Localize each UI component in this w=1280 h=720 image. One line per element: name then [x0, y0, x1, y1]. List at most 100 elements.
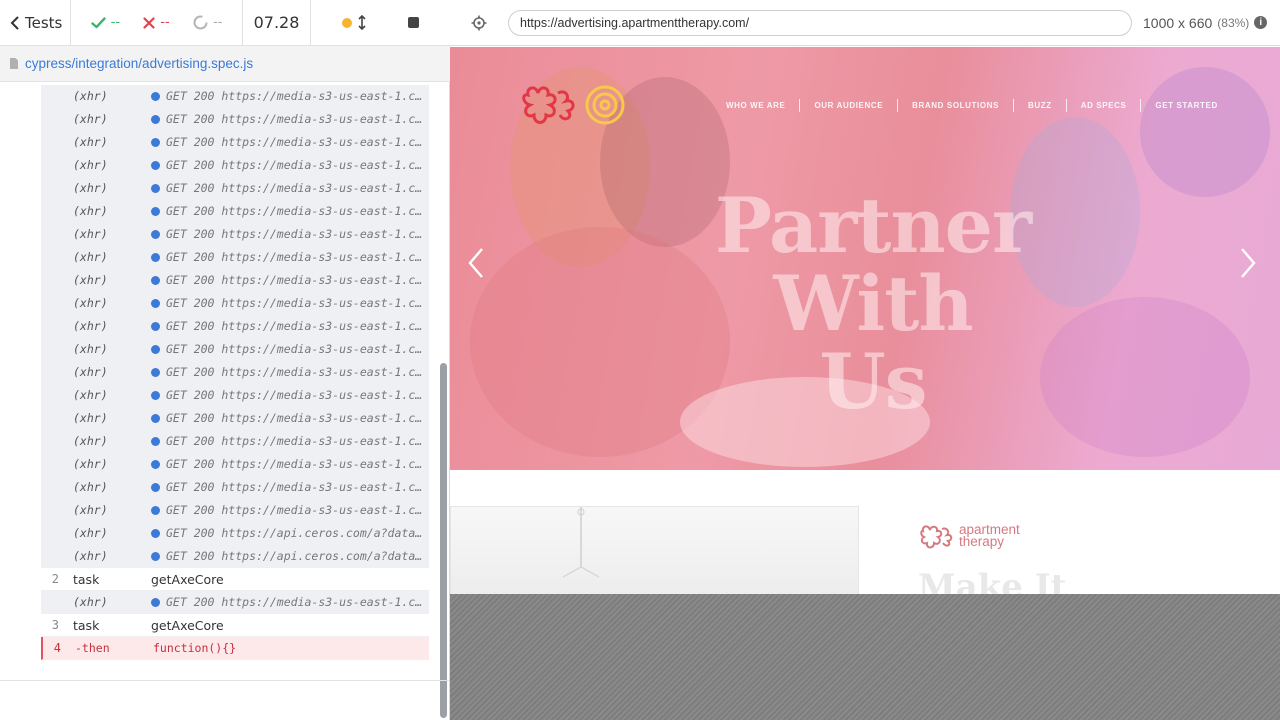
cypress-runner: Tests -- -- -- 07.28 cypress/integration…: [0, 0, 1280, 720]
info-icon[interactable]: i: [1254, 16, 1268, 29]
command-row-failed[interactable]: 4 -then function(){}: [41, 637, 429, 660]
stop-icon[interactable]: [408, 17, 419, 28]
command-message: GET 200 https://media-s3-us-east-1.ceros…: [151, 135, 429, 149]
command-message-text: GET 200 https://media-s3-us-east-1.ceros…: [166, 227, 423, 241]
command-message-text: GET 200 https://media-s3-us-east-1.ceros…: [166, 158, 423, 172]
xhr-status-dot-icon: [151, 459, 160, 469]
command-message-text: GET 200 https://api.ceros.com/a?data=eyJ…: [166, 526, 423, 540]
command-message: GET 200 https://media-s3-us-east-1.ceros…: [151, 503, 429, 517]
command-row-xhr[interactable]: (xhr) GET 200 https://media-s3-us-east-1.…: [41, 131, 429, 154]
command-name: task: [73, 617, 100, 633]
xhr-status-dot-icon: [151, 528, 160, 538]
command-row-xhr[interactable]: (xhr) GET 200 https://media-s3-us-east-1.…: [41, 453, 429, 476]
xhr-status-dot-icon: [151, 114, 160, 124]
nav-our-audience[interactable]: OUR AUDIENCE: [799, 99, 897, 112]
command-name: (xhr): [73, 112, 108, 126]
command-row-xhr[interactable]: (xhr) GET 200 https://media-s3-us-east-1.…: [41, 246, 429, 269]
hero-banner: WHO WE ARE OUR AUDIENCE BRAND SOLUTIONS …: [450, 47, 1280, 470]
failed-count: --: [160, 15, 170, 30]
command-row-xhr[interactable]: (xhr) GET 200 https://media-s3-us-east-1.…: [41, 200, 429, 223]
xhr-status-dot-icon: [151, 275, 160, 285]
command-row-xhr[interactable]: (xhr) GET 200 https://media-s3-us-east-1.…: [41, 430, 429, 453]
command-name: (xhr): [73, 296, 108, 310]
auto-scroll-toggle[interactable]: [342, 15, 366, 30]
command-row-xhr[interactable]: (xhr) GET 200 https://media-s3-us-east-1.…: [41, 384, 429, 407]
xhr-status-dot-icon: [151, 505, 160, 515]
test-stats: -- -- --: [71, 0, 243, 45]
run-controls: [311, 0, 450, 45]
aut-header: https://advertising.apartmenttherapy.com…: [450, 0, 1280, 46]
command-row-task[interactable]: 2 task getAxeCore: [41, 568, 429, 591]
command-row-xhr[interactable]: (xhr) GET 200 https://media-s3-us-east-1.…: [41, 223, 429, 246]
viewport-scale: (83%): [1217, 15, 1250, 30]
nav-who-we-are[interactable]: WHO WE ARE: [726, 99, 799, 112]
app-under-test: https://advertising.apartmenttherapy.com…: [450, 0, 1280, 720]
nav-ad-specs[interactable]: AD SPECS: [1065, 99, 1141, 112]
command-message: GET 200 https://media-s3-us-east-1.ceros…: [151, 204, 429, 218]
command-message: GET 200 https://media-s3-us-east-1.ceros…: [151, 434, 429, 448]
command-row-xhr[interactable]: (xhr) GET 200 https://media-s3-us-east-1.…: [41, 476, 429, 499]
command-row-xhr[interactable]: (xhr) GET 200 https://media-s3-us-east-1.…: [41, 407, 429, 430]
xhr-status-dot-icon: [151, 229, 160, 239]
xhr-status-dot-icon: [151, 206, 160, 216]
command-row-xhr[interactable]: (xhr) GET 200 https://media-s3-us-east-1.…: [41, 269, 429, 292]
xhr-status-dot-icon: [151, 413, 160, 423]
command-row-xhr[interactable]: (xhr) GET 200 https://media-s3-us-east-1.…: [41, 177, 429, 200]
carousel-next-button[interactable]: [1236, 243, 1260, 283]
command-row-task[interactable]: 3 task getAxeCore: [41, 614, 429, 637]
nav-brand-solutions[interactable]: BRAND SOLUTIONS: [897, 99, 1013, 112]
command-row-xhr[interactable]: (xhr) GET 200 https://media-s3-us-east-1.…: [41, 338, 429, 361]
command-message-text: GET 200 https://media-s3-us-east-1.ceros…: [166, 480, 423, 494]
command-name: (xhr): [73, 181, 108, 195]
url-bar[interactable]: https://advertising.apartmenttherapy.com…: [508, 9, 1132, 36]
command-row-xhr[interactable]: (xhr) GET 200 https://media-s3-us-east-1.…: [41, 315, 429, 338]
command-message: GET 200 https://media-s3-us-east-1.ceros…: [151, 112, 429, 126]
command-message: GET 200 https://media-s3-us-east-1.ceros…: [151, 388, 429, 402]
passed-stat[interactable]: --: [90, 15, 120, 30]
command-row-xhr[interactable]: (xhr) GET 200 https://media-s3-us-east-1.…: [41, 85, 429, 108]
reporter-panel: Tests -- -- -- 07.28 cypress/integration…: [0, 0, 450, 720]
command-name: task: [73, 571, 100, 587]
nav-buzz[interactable]: BUZZ: [1012, 99, 1066, 112]
spec-file-link[interactable]: cypress/integration/advertising.spec.js: [25, 56, 253, 71]
command-message: GET 200 https://media-s3-us-east-1.ceros…: [151, 273, 429, 287]
command-name: (xhr): [73, 273, 108, 287]
selector-playground-button[interactable]: [450, 15, 508, 31]
reporter-scrollbar[interactable]: [440, 363, 447, 718]
xhr-status-dot-icon: [151, 390, 160, 400]
command-row-xhr[interactable]: (xhr) GET 200 https://media-s3-us-east-1.…: [41, 154, 429, 177]
failed-stat[interactable]: --: [143, 15, 170, 30]
aut-empty-area: [450, 594, 1280, 720]
command-message-text: GET 200 https://media-s3-us-east-1.ceros…: [166, 135, 423, 149]
hero-title: Partner With Us: [708, 187, 1038, 421]
command-message: function(){}: [153, 641, 429, 655]
command-row-xhr[interactable]: (xhr) GET 200 https://media-s3-us-east-1.…: [41, 361, 429, 384]
command-message-text: GET 200 https://media-s3-us-east-1.ceros…: [166, 89, 423, 103]
aut-iframe: WHO WE ARE OUR AUDIENCE BRAND SOLUTIONS …: [450, 47, 1280, 594]
pending-count: --: [212, 15, 223, 30]
tests-back-button[interactable]: Tests: [0, 0, 71, 45]
nav-get-started[interactable]: GET STARTED: [1140, 99, 1231, 112]
command-number: 4: [53, 641, 61, 655]
divider: [0, 680, 449, 681]
xhr-status-dot-icon: [151, 160, 160, 170]
command-name: (xhr): [73, 365, 108, 379]
command-row-xhr[interactable]: (xhr) GET 200 https://media-s3-us-east-1.…: [41, 499, 429, 522]
command-name: (xhr): [73, 89, 108, 103]
pending-stat[interactable]: --: [193, 15, 222, 30]
command-row-xhr[interactable]: (xhr) GET 200 https://api.ceros.com/a?dat…: [41, 545, 429, 568]
command-row-xhr[interactable]: (xhr) GET 200 https://media-s3-us-east-1.…: [41, 591, 429, 614]
command-row-xhr[interactable]: (xhr) GET 200 https://media-s3-us-east-1.…: [41, 292, 429, 315]
section-image: [450, 506, 859, 594]
command-row-xhr[interactable]: (xhr) GET 200 https://api.ceros.com/a?dat…: [41, 522, 429, 545]
command-row-xhr[interactable]: (xhr) GET 200 https://media-s3-us-east-1.…: [41, 108, 429, 131]
command-message: GET 200 https://media-s3-us-east-1.ceros…: [151, 181, 429, 195]
xhr-status-dot-icon: [151, 344, 160, 354]
hero-title-line1: Partner: [714, 181, 1032, 270]
command-name: (xhr): [73, 388, 108, 402]
carousel-prev-button[interactable]: [464, 243, 488, 283]
chevron-left-icon: [468, 248, 483, 278]
command-name: (xhr): [73, 250, 108, 264]
site-logo-icon[interactable]: [522, 83, 626, 127]
file-icon: [10, 58, 18, 69]
